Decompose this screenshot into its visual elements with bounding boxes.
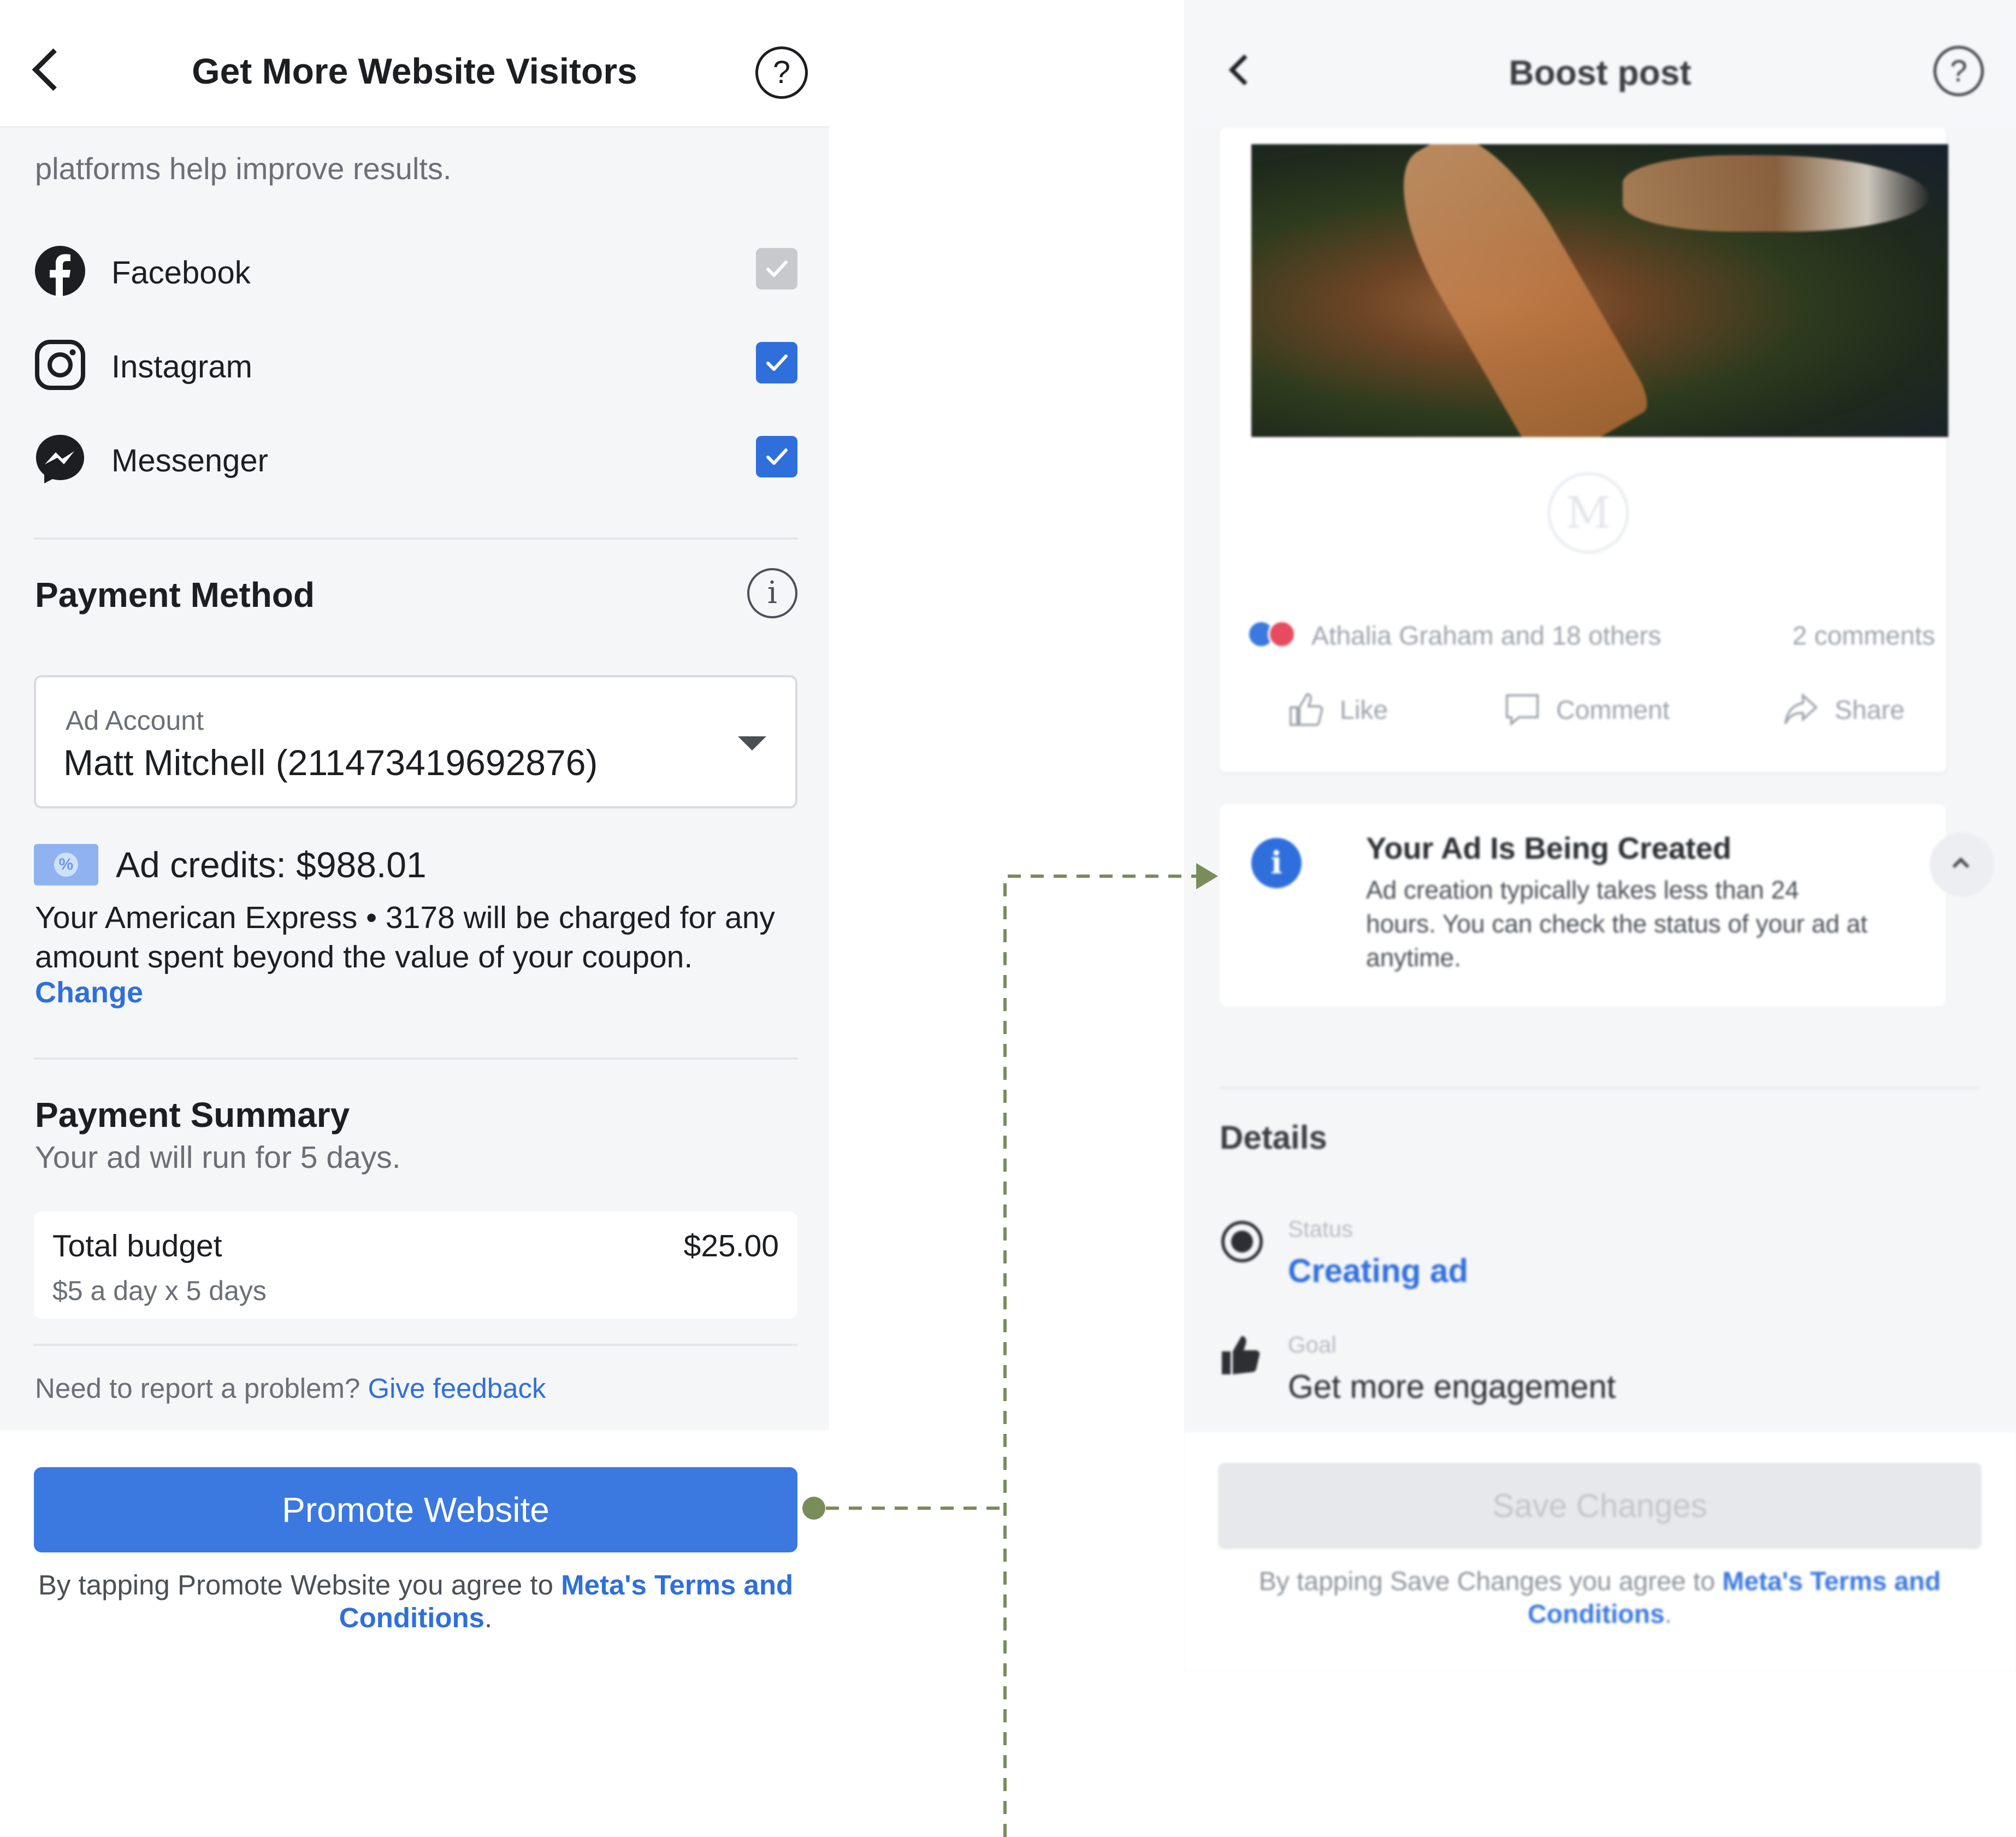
help-icon[interactable]: ? — [1934, 46, 1984, 96]
divider — [1220, 1087, 1979, 1089]
reactions-count: Athalia Graham and 18 others — [1311, 622, 1662, 651]
info-icon[interactable]: i — [747, 568, 797, 618]
right-screen-boost-post: Boost post ? M Athalia Graham and 18 oth… — [1184, 0, 2016, 1671]
platform-row-facebook[interactable]: Facebook — [34, 238, 799, 298]
watermark-logo: M — [1547, 472, 1629, 554]
post-image — [1251, 144, 1948, 437]
total-budget-value: $25.00 — [683, 1228, 779, 1263]
checkmark-icon — [766, 261, 788, 277]
right-top-bar: Boost post ? — [1184, 0, 2016, 128]
left-top-bar: Get More Website Visitors ? — [0, 0, 829, 128]
goal-label: Goal — [1288, 1332, 1337, 1357]
platform-label-messenger: Messenger — [111, 443, 268, 479]
total-budget-label: Total budget — [52, 1228, 222, 1263]
status-label: Status — [1288, 1216, 1353, 1242]
reactions-row: Athalia Graham and 18 others 2 comments — [1247, 617, 1935, 651]
post-preview-card: M Athalia Graham and 18 others 2 comment… — [1220, 128, 1948, 772]
terms-suffix: . — [484, 1602, 493, 1633]
share-label: Share — [1835, 696, 1905, 725]
status-radio-icon — [1221, 1221, 1263, 1262]
ad-credits-amount: Ad credits: $988.01 — [116, 844, 427, 885]
terms-prefix: By tapping Promote Website you agree to — [38, 1569, 553, 1600]
payment-summary-heading: Payment Summary — [35, 1095, 350, 1135]
instagram-checkbox[interactable] — [756, 342, 797, 383]
help-icon[interactable]: ? — [755, 46, 808, 99]
comment-label: Comment — [1556, 696, 1670, 725]
terms-prefix: By tapping Save Changes you agree to — [1258, 1567, 1715, 1596]
save-changes-button[interactable]: Save Changes — [1218, 1463, 1982, 1549]
coupon-icon: % — [34, 844, 98, 885]
ad-account-label: Ad Account — [66, 705, 204, 736]
comment-icon — [1506, 694, 1539, 726]
boost-post-title: Boost post — [1509, 53, 1692, 92]
instagram-icon — [35, 340, 85, 390]
terms-suffix: . — [1664, 1600, 1672, 1629]
page-title: Get More Website Visitors — [192, 51, 637, 91]
goal-value: Get more engagement — [1288, 1368, 1616, 1405]
charge-notice: Your American Express • 3178 will be cha… — [35, 900, 775, 974]
connector-dashed-path — [826, 875, 1197, 1837]
budget-card: Total budget $25.00 $5 a day x 5 days — [34, 1212, 797, 1319]
left-bottom-bar: Promote Website By tapping Promote Websi… — [0, 1430, 829, 1671]
give-feedback-link[interactable]: Give feedback — [368, 1373, 546, 1404]
chevron-up-icon — [1952, 857, 1970, 875]
thumbs-up-icon — [1222, 1336, 1260, 1374]
feedback-prompt: Need to report a problem? — [35, 1373, 360, 1404]
platform-row-messenger[interactable]: Messenger — [34, 426, 799, 486]
right-bottom-bar: Save Changes By tapping Save Changes you… — [1184, 1432, 2016, 1671]
post-actions: Like Comment Share — [1220, 688, 1946, 731]
platform-label-instagram: Instagram — [111, 349, 252, 385]
notice-body: Ad creation typically takes less than 24… — [1366, 876, 1868, 972]
ad-account-value: Matt Mitchell (211473419692876) — [63, 742, 598, 783]
promote-website-button[interactable]: Promote Website — [34, 1467, 797, 1552]
platforms-description: platforms help improve results. — [35, 151, 452, 186]
platform-row-instagram[interactable]: Instagram — [34, 332, 799, 392]
change-payment-link[interactable]: Change — [35, 976, 143, 1009]
divider — [34, 1058, 797, 1060]
ad-being-created-notice: i Your Ad Is Being Created Ad creation t… — [1220, 804, 1994, 1006]
thumbs-up-icon — [1290, 693, 1323, 726]
budget-breakdown: $5 a day x 5 days — [52, 1275, 267, 1306]
dropdown-caret-icon — [738, 736, 766, 751]
checkmark-icon — [766, 355, 788, 371]
like-label: Like — [1340, 696, 1388, 725]
details-heading: Details — [1220, 1119, 1327, 1156]
feedback-line: Need to report a problem? Give feedback — [35, 1372, 546, 1404]
notice-title: Your Ad Is Being Created — [1366, 831, 1731, 865]
facebook-checkbox[interactable] — [756, 248, 797, 290]
divider — [34, 537, 797, 540]
platform-label-facebook: Facebook — [111, 255, 251, 291]
ad-account-select[interactable]: Ad Account Matt Mitchell (21147341969287… — [34, 675, 797, 808]
terms-notice: By tapping Promote Website you agree to … — [34, 1569, 797, 1634]
facebook-icon — [35, 246, 85, 297]
share-icon — [1784, 693, 1818, 724]
left-screen-promote-website: Get More Website Visitors ? platforms he… — [0, 0, 829, 1671]
status-value: Creating ad — [1288, 1253, 1469, 1289]
comments-count: 2 comments — [1792, 622, 1935, 651]
run-duration-text: Your ad will run for 5 days. — [35, 1140, 401, 1175]
checkmark-icon — [766, 448, 788, 465]
messenger-icon — [36, 435, 84, 483]
love-reaction-icon — [1268, 620, 1296, 648]
terms-notice: By tapping Save Changes you agree to Met… — [1218, 1566, 1982, 1631]
divider — [34, 1344, 797, 1346]
info-icon: i — [1251, 838, 1302, 888]
payment-method-heading: Payment Method — [35, 575, 315, 615]
messenger-checkbox[interactable] — [756, 436, 797, 477]
collapse-button[interactable] — [1930, 832, 1994, 897]
